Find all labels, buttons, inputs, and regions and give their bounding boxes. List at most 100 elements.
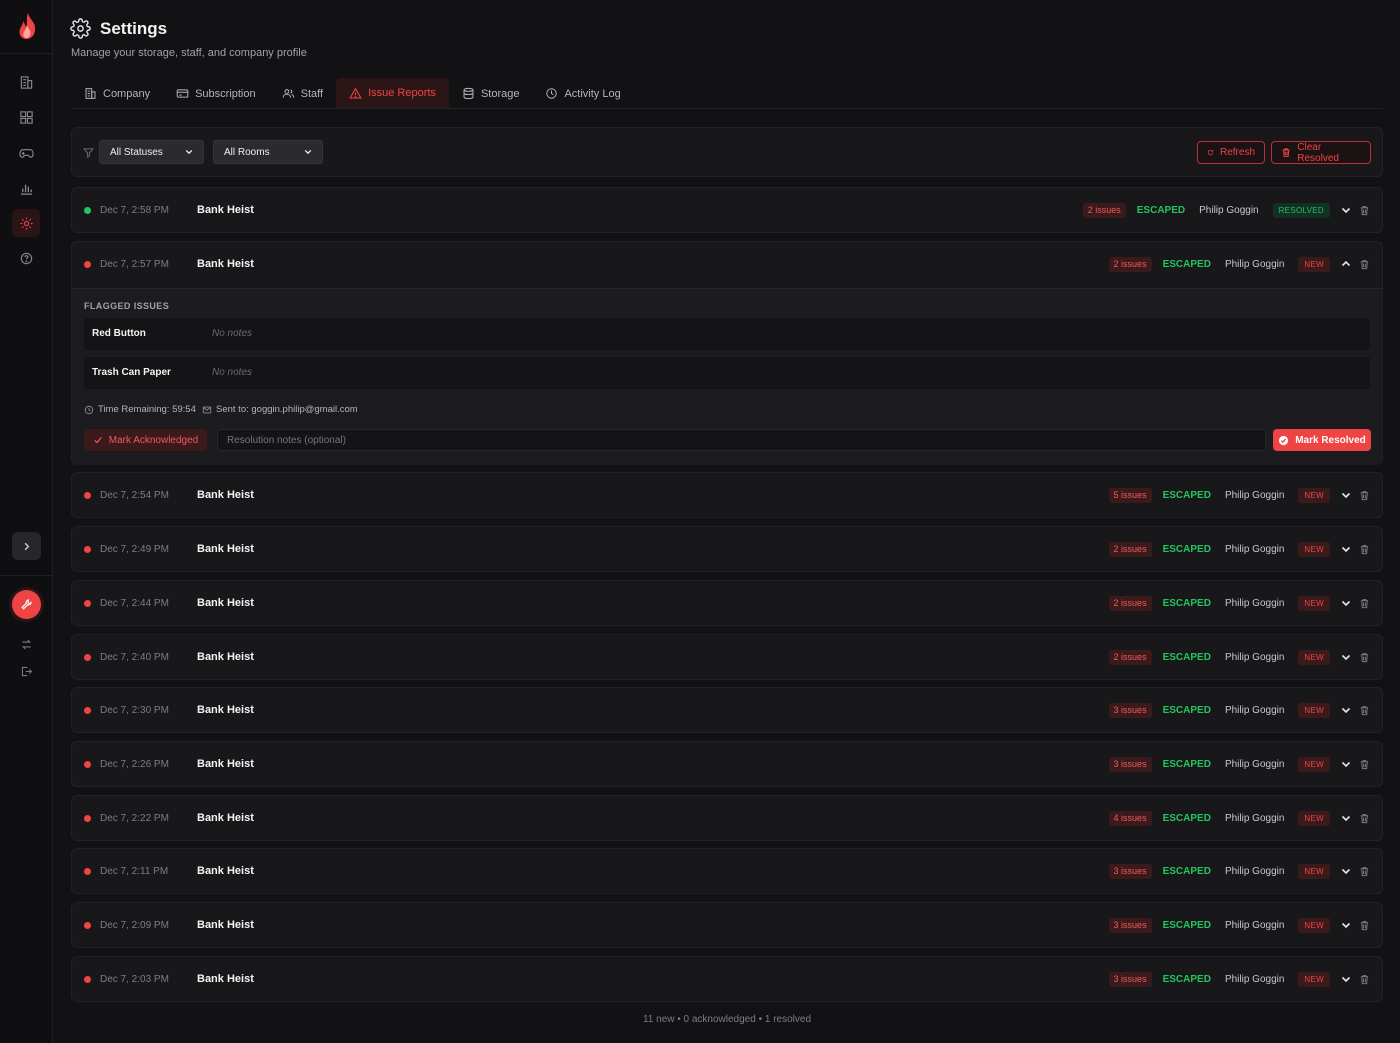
flagged-issue-item: Red Button No notes xyxy=(84,318,1370,350)
report-room: Bank Heist xyxy=(197,204,254,216)
tab-activity-log[interactable]: Activity Log xyxy=(532,78,633,109)
issue-report-row[interactable]: Dec 7, 2:09 PM Bank Heist 3 issues ESCAPED P… xyxy=(71,902,1383,948)
issue-count-badge: 3 issues xyxy=(1108,702,1152,718)
delete-trash-icon[interactable] xyxy=(1359,259,1370,270)
user-avatar-wrench-icon[interactable] xyxy=(12,590,41,619)
status-badge: NEW xyxy=(1298,541,1330,557)
sent-to: Sent to: goggin.philip@gmail.com xyxy=(202,404,358,415)
issue-report-row[interactable]: Dec 7, 2:26 PM Bank Heist 3 issues ESCAPED P… xyxy=(71,741,1383,787)
chevron-down-icon[interactable] xyxy=(1340,704,1352,716)
logout-icon[interactable] xyxy=(18,663,34,679)
chevron-down-icon[interactable] xyxy=(1340,812,1352,824)
game-outcome: ESCAPED xyxy=(1162,704,1211,716)
issue-report-row-header[interactable]: Dec 7, 2:03 PM Bank Heist 3 issues ESCAPED P… xyxy=(72,957,1382,1003)
sidebar-divider xyxy=(0,53,53,54)
delete-trash-icon[interactable] xyxy=(1359,974,1370,985)
delete-trash-icon[interactable] xyxy=(1359,490,1370,501)
nav-dashboard-icon[interactable] xyxy=(12,103,40,131)
issue-report-row-header[interactable]: Dec 7, 2:26 PM Bank Heist 3 issues ESCAPED P… xyxy=(72,742,1382,788)
mark-resolved-button[interactable]: Mark Resolved xyxy=(1273,429,1371,451)
staff-name: Philip Goggin xyxy=(1224,758,1285,770)
status-filter-select[interactable]: All Statuses xyxy=(99,140,204,164)
delete-trash-icon[interactable] xyxy=(1359,544,1370,555)
nav-gamepad-icon[interactable] xyxy=(12,138,40,166)
delete-trash-icon[interactable] xyxy=(1359,759,1370,770)
issue-report-row[interactable]: Dec 7, 2:57 PM Bank Heist 2 issues ESCAPED P… xyxy=(71,241,1383,465)
sidebar-divider-bottom xyxy=(0,575,53,576)
delete-trash-icon[interactable] xyxy=(1359,652,1370,663)
sidebar xyxy=(0,0,53,1043)
issue-report-row-header[interactable]: Dec 7, 2:49 PM Bank Heist 2 issues ESCAPED P… xyxy=(72,527,1382,573)
issue-report-row[interactable]: Dec 7, 2:03 PM Bank Heist 3 issues ESCAPED P… xyxy=(71,956,1383,1002)
issue-report-row-header[interactable]: Dec 7, 2:58 PM Bank Heist 2 issues ESCAPED P… xyxy=(72,188,1382,234)
report-meta: 3 issues ESCAPED Philip Goggin NEW xyxy=(1108,754,1370,774)
tab-label: Company xyxy=(103,87,151,100)
delete-trash-icon[interactable] xyxy=(1359,598,1370,609)
mark-acknowledged-button[interactable]: Mark Acknowledged xyxy=(84,429,207,451)
chevron-down-icon[interactable] xyxy=(1340,597,1352,609)
tab-company[interactable]: Company xyxy=(71,78,163,109)
tab-staff[interactable]: Staff xyxy=(269,78,336,109)
delete-trash-icon[interactable] xyxy=(1359,205,1370,216)
issue-report-row[interactable]: Dec 7, 2:40 PM Bank Heist 2 issues ESCAPED P… xyxy=(71,634,1383,680)
chevron-down-icon[interactable] xyxy=(1340,489,1352,501)
chevron-down-icon[interactable] xyxy=(1340,204,1352,216)
switch-account-icon[interactable] xyxy=(18,636,34,652)
status-dot xyxy=(84,868,91,875)
tab-subscription[interactable]: Subscription xyxy=(163,78,269,109)
chevron-up-icon[interactable] xyxy=(1340,258,1352,270)
chevron-down-icon[interactable] xyxy=(1340,973,1352,985)
resolution-notes-input[interactable] xyxy=(217,429,1266,451)
chevron-down-icon[interactable] xyxy=(1340,651,1352,663)
issue-report-row-header[interactable]: Dec 7, 2:54 PM Bank Heist 5 issues ESCAPED P… xyxy=(72,473,1382,519)
sidebar-expand-button[interactable] xyxy=(12,532,41,560)
clear-resolved-label: Clear Resolved xyxy=(1297,141,1339,164)
tab-storage[interactable]: Storage xyxy=(449,78,533,109)
chevron-down-icon[interactable] xyxy=(1340,543,1352,555)
tab-issue-reports[interactable]: Issue Reports xyxy=(336,78,449,109)
report-meta: 3 issues ESCAPED Philip Goggin NEW xyxy=(1108,969,1370,989)
delete-trash-icon[interactable] xyxy=(1359,866,1370,877)
status-badge: NEW xyxy=(1298,487,1330,503)
issue-report-row-header[interactable]: Dec 7, 2:57 PM Bank Heist 2 issues ESCAPED P… xyxy=(72,242,1382,288)
refresh-button[interactable]: Refresh xyxy=(1197,141,1265,164)
issue-report-row[interactable]: Dec 7, 2:58 PM Bank Heist 2 issues ESCAPED P… xyxy=(71,187,1383,233)
clear-resolved-button[interactable]: Clear Resolved xyxy=(1271,141,1371,164)
issue-report-row[interactable]: Dec 7, 2:49 PM Bank Heist 2 issues ESCAPED P… xyxy=(71,526,1383,572)
game-outcome: ESCAPED xyxy=(1162,865,1211,877)
report-room: Bank Heist xyxy=(197,973,254,985)
issue-report-row-header[interactable]: Dec 7, 2:44 PM Bank Heist 2 issues ESCAPED P… xyxy=(72,581,1382,627)
staff-name: Philip Goggin xyxy=(1224,543,1285,555)
delete-trash-icon[interactable] xyxy=(1359,813,1370,824)
status-dot xyxy=(84,492,91,499)
chevron-right-icon xyxy=(24,542,30,550)
delete-trash-icon[interactable] xyxy=(1359,920,1370,931)
status-badge: NEW xyxy=(1298,649,1330,665)
issue-report-row[interactable]: Dec 7, 2:22 PM Bank Heist 4 issues ESCAPED P… xyxy=(71,795,1383,841)
status-badge: NEW xyxy=(1298,702,1330,718)
chevron-down-icon[interactable] xyxy=(1340,919,1352,931)
chevron-down-icon[interactable] xyxy=(1340,758,1352,770)
delete-trash-icon[interactable] xyxy=(1359,705,1370,716)
room-filter-select[interactable]: All Rooms xyxy=(213,140,323,164)
issue-report-row-header[interactable]: Dec 7, 2:22 PM Bank Heist 4 issues ESCAPED P… xyxy=(72,796,1382,842)
issue-report-row-header[interactable]: Dec 7, 2:11 PM Bank Heist 3 issues ESCAPED P… xyxy=(72,849,1382,895)
nav-company-icon[interactable] xyxy=(12,68,40,96)
staff-name: Philip Goggin xyxy=(1224,489,1285,501)
flame-logo-icon[interactable] xyxy=(14,12,40,40)
nav-settings-icon[interactable] xyxy=(12,209,40,237)
issue-count-badge: 3 issues xyxy=(1108,917,1152,933)
nav-analytics-icon[interactable] xyxy=(12,174,40,202)
issue-report-row[interactable]: Dec 7, 2:11 PM Bank Heist 3 issues ESCAPED P… xyxy=(71,848,1383,894)
nav-help-icon[interactable] xyxy=(12,244,40,272)
issue-report-row[interactable]: Dec 7, 2:44 PM Bank Heist 2 issues ESCAPED P… xyxy=(71,580,1383,626)
issue-report-row[interactable]: Dec 7, 2:54 PM Bank Heist 5 issues ESCAPED P… xyxy=(71,472,1383,518)
game-outcome: ESCAPED xyxy=(1136,204,1186,216)
issue-report-row-header[interactable]: Dec 7, 2:09 PM Bank Heist 3 issues ESCAPED P… xyxy=(72,903,1382,949)
report-meta: 3 issues ESCAPED Philip Goggin NEW xyxy=(1108,861,1370,881)
status-badge: NEW xyxy=(1298,595,1330,611)
issue-report-row[interactable]: Dec 7, 2:30 PM Bank Heist 3 issues ESCAPED P… xyxy=(71,687,1383,733)
chevron-down-icon[interactable] xyxy=(1340,865,1352,877)
issue-report-row-header[interactable]: Dec 7, 2:40 PM Bank Heist 2 issues ESCAPED P… xyxy=(72,635,1382,681)
issue-report-row-header[interactable]: Dec 7, 2:30 PM Bank Heist 3 issues ESCAPED P… xyxy=(72,688,1382,734)
